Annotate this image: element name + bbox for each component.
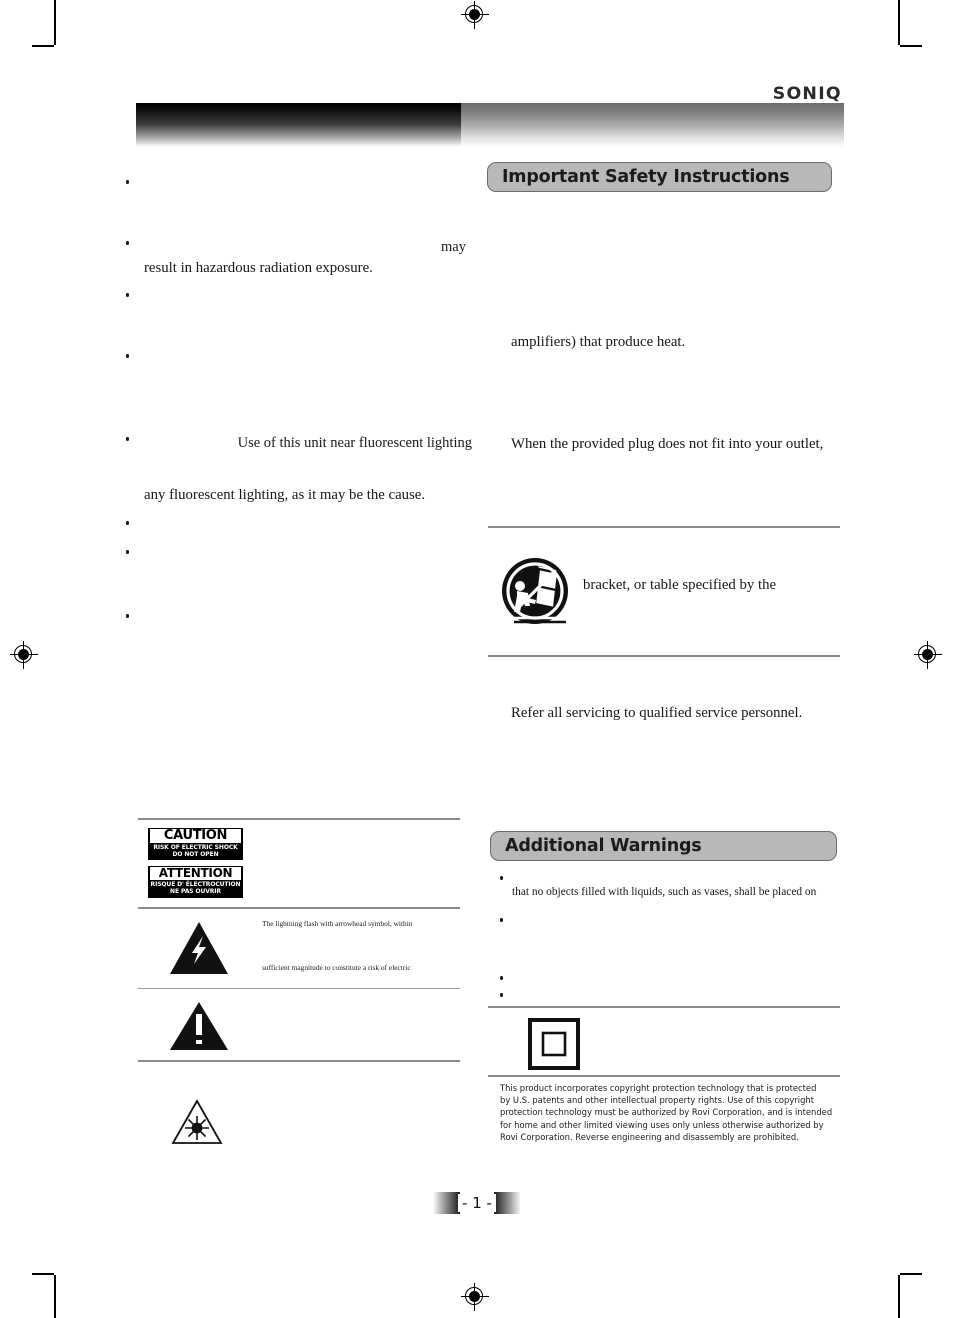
left-bullet-list: may result in hazardous radiation exposu… [120,160,472,640]
footer-gradient-left [434,1192,460,1214]
additional-warnings-list: that no objects filled with liquids, suc… [500,872,845,1002]
body-text-line: When the provided plug does not fit into… [511,436,824,452]
body-text-line: result in hazardous radiation exposure. [144,260,373,276]
class2-block-rule-bottom [488,1075,840,1077]
bullet-dot [126,354,130,358]
bullet-dot [500,976,504,980]
cart-block-rule-top [488,526,840,528]
crop-mark-top-right-horizontal [900,45,922,47]
crop-mark-bottom-left-horizontal [32,1273,54,1275]
symbol-table-rule-bottom [138,1060,460,1062]
symbol-table-rule-top [138,818,460,820]
header-bar-right [461,103,844,147]
copyright-line-4: for home and other limited viewing uses … [500,1119,824,1130]
bullet-dot [126,521,130,525]
registration-mark-right [914,641,942,669]
copyright-line-5: Rovi Corporation. Reverse engineering an… [500,1131,799,1142]
crop-mark-top-right-vertical [898,0,900,45]
caution-plate-line1: RISK OF ELECTRIC SHOCK [153,843,238,851]
page-number: - 1 - [458,1194,496,1212]
crop-mark-bottom-left-vertical [54,1275,56,1318]
left-column: may result in hazardous radiation exposu… [120,160,472,860]
section-title-important-safety-instructions: Important Safety Instructions [487,162,832,192]
body-text-line: amplifiers) that produce heat. [511,334,686,350]
class-ii-double-insulation-icon [528,1018,580,1070]
body-text-line: any fluorescent lighting, as it may be t… [144,487,426,503]
copyright-line-2: by U.S. patents and other intellectual p… [500,1095,815,1106]
bullet-dot [500,993,504,997]
crop-mark-bottom-right-horizontal [900,1273,922,1275]
bullet-dot [126,293,130,297]
bullet-dot [500,918,504,922]
caution-plate-line2: DO NOT OPEN [172,851,219,859]
section-title-additional-warnings: Additional Warnings [490,831,837,861]
copyright-notice: This product incorporates copyright prot… [500,1082,845,1143]
bullet-dot [126,550,130,554]
registration-mark-bottom [461,1283,489,1311]
caution-plate-heading: CAUTION [150,829,241,843]
list-item: Use of this unit near fluorescent lighti… [126,433,472,453]
list-item: may [126,237,466,257]
body-text-line: Refer all servicing to qualified service… [511,705,803,721]
bullet-dot [500,876,504,880]
cart-block-rule-bottom [488,655,840,657]
body-text-line: that no objects filled with liquids, suc… [512,886,817,898]
crop-mark-top-left-vertical [54,0,56,45]
caution-plate: CAUTION RISK OF ELECTRIC SHOCK DO NOT OP… [148,828,243,860]
attention-plate-line2: NE PAS OUVRIR [170,888,221,896]
list-item-label: Use of this unit near fluorescent lighti… [237,435,472,451]
footer-gradient-right [494,1192,520,1214]
copyright-line-1: This product incorporates copyright prot… [500,1083,817,1093]
list-item-label: may [441,239,466,255]
attention-plate-heading: ATTENTION [150,867,241,880]
page-number-footer: - 1 - [434,1192,520,1214]
lightning-symbol-text-line2: sufficient magnitude to constitute a ris… [262,963,411,972]
registration-mark-left [10,641,38,669]
document-page: SONIQ may result in hazardous radiation … [0,0,954,1318]
laser-radiation-triangle-icon [170,1098,224,1146]
crop-mark-top-left-horizontal [32,45,54,47]
lightning-bolt-triangle-icon [168,920,230,976]
exclamation-triangle-icon [168,1000,230,1052]
symbol-table-rule-lower [138,988,460,990]
class2-block-rule-top [488,1006,840,1008]
copyright-line-3: protection technology must be authorized… [500,1107,833,1118]
attention-plate: ATTENTION RISQUE D' ÉLECTROCUTION NE PAS… [148,866,243,898]
lightning-symbol-text-line1: The lightning flash with arrowhead symbo… [262,919,413,928]
header-bar-left [136,103,461,147]
registration-mark-top [461,1,489,29]
body-text-line: bracket, or table specified by the [583,577,777,593]
attention-plate-line1: RISQUE D' ÉLECTROCUTION [150,880,241,888]
tipping-cart-warning-icon [498,556,572,630]
symbol-table-rule-middle [138,907,460,909]
crop-mark-bottom-right-vertical [898,1275,900,1318]
bullet-dot [126,180,130,184]
bullet-dot [126,614,130,618]
